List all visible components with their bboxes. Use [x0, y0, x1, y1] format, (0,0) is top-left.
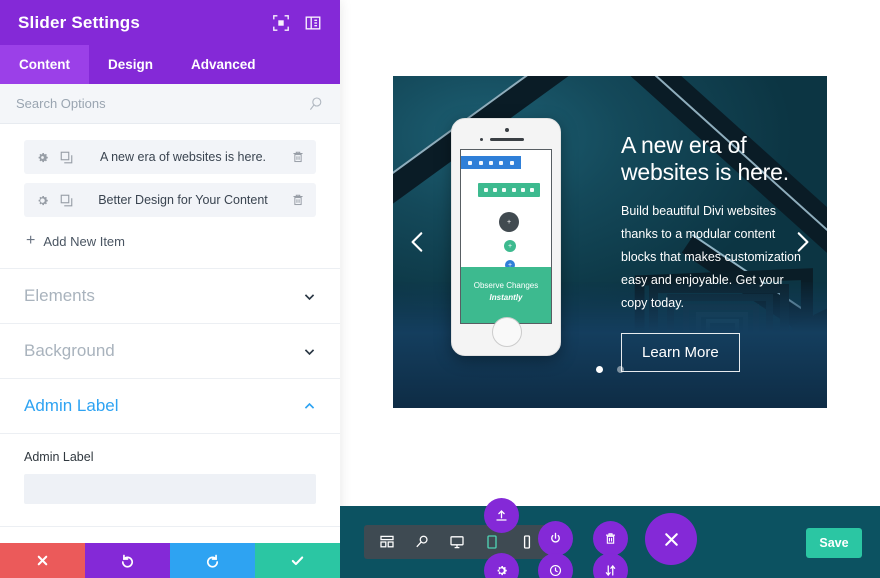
link-icon: [502, 188, 507, 192]
redo-button[interactable]: [170, 543, 255, 578]
panel-header: Slider Settings: [0, 0, 340, 45]
slider-module: + + + Observe Changes Instantly A new er…: [393, 76, 827, 408]
phone-message-line2: Instantly: [489, 293, 523, 302]
wireframe-icon[interactable]: [370, 525, 403, 559]
section-admin-label-title: Admin Label: [24, 396, 119, 415]
section-background-label: Background: [24, 341, 115, 360]
trash-icon[interactable]: [291, 193, 305, 208]
preview-area: + + + Observe Changes Instantly A new er…: [340, 0, 880, 578]
slider-prev-arrow[interactable]: [405, 229, 431, 255]
gear-icon: [492, 188, 497, 192]
layout-toggle-icon[interactable]: [304, 14, 322, 32]
move-icon: [520, 188, 525, 192]
link-icon: [488, 160, 493, 165]
chevron-down-icon[interactable]: [303, 345, 316, 358]
search-input[interactable]: [16, 96, 308, 111]
sort-button[interactable]: [593, 553, 628, 578]
duplicate-icon[interactable]: [59, 150, 74, 165]
slider-next-arrow[interactable]: [789, 229, 815, 255]
trash-button[interactable]: [593, 521, 628, 556]
panel-tabs: Content Design Advanced: [0, 45, 340, 84]
discard-button[interactable]: [0, 543, 85, 578]
add-new-item-button[interactable]: + Add New Item: [24, 226, 316, 262]
search-icon[interactable]: [308, 96, 324, 112]
slide-caption: A new era of websites is here. Build bea…: [621, 132, 811, 373]
phone-message-line1: Observe Changes: [473, 281, 539, 290]
tab-design[interactable]: Design: [89, 45, 172, 84]
slider-dot-1[interactable]: [595, 366, 603, 373]
plus-icon: +: [26, 232, 36, 249]
duplicate-icon[interactable]: [59, 193, 74, 208]
section-elements[interactable]: Elements: [0, 269, 340, 324]
admin-label-field-label: Admin Label: [24, 450, 94, 464]
zoom-icon[interactable]: [405, 525, 438, 559]
phone-screen: + + + Observe Changes Instantly: [460, 149, 552, 324]
gear-icon[interactable]: [35, 150, 50, 165]
gear-icon[interactable]: [35, 193, 50, 208]
list-item-label: A new era of websites is here.: [99, 150, 267, 164]
builder-bottom-toolbar: Save: [340, 498, 880, 578]
slider-dot-2[interactable]: [617, 366, 625, 373]
move-icon: [509, 160, 514, 165]
phone-sensor-dot: [480, 138, 483, 141]
panel-header-icons: [272, 14, 322, 32]
power-button[interactable]: [538, 521, 573, 556]
slide-body: Build beautiful Divi websites thanks to …: [621, 203, 801, 311]
panel-action-bar: [0, 543, 340, 578]
phone-message-panel: Observe Changes Instantly: [461, 267, 551, 323]
phone-green-toolbar: [478, 183, 540, 197]
history-button[interactable]: [538, 553, 573, 578]
slide-heading: A new era of websites is here.: [621, 132, 789, 185]
duplicate-icon: [511, 188, 516, 192]
slide-items-list: A new era of websites is here. Better De…: [0, 124, 340, 269]
admin-label-input[interactable]: [24, 474, 316, 504]
section-elements-label: Elements: [24, 286, 95, 305]
phone-blue-toolbar: [461, 156, 521, 169]
trash-icon: [530, 188, 535, 192]
gear-icon: [478, 160, 483, 165]
phone-mockup: + + + Observe Changes Instantly: [451, 118, 561, 356]
admin-label-field-group: Admin Label: [0, 434, 340, 527]
list-item[interactable]: Better Design for Your Content: [24, 183, 316, 217]
close-builder-button[interactable]: [645, 513, 697, 565]
chevron-down-icon[interactable]: [303, 290, 316, 303]
phone-speaker: [490, 138, 524, 141]
section-background[interactable]: Background: [0, 324, 340, 379]
viewport-mode-group: [364, 525, 549, 559]
plus-icon: [468, 160, 473, 165]
chevron-up-icon[interactable]: [303, 400, 316, 413]
desktop-icon[interactable]: [440, 525, 473, 559]
tab-advanced[interactable]: Advanced: [172, 45, 275, 84]
expand-icon[interactable]: [272, 14, 290, 32]
section-admin-label[interactable]: Admin Label: [0, 379, 340, 434]
page-settings-button[interactable]: [484, 498, 519, 533]
phone-add-section-button: +: [499, 212, 519, 232]
search-options-row: [0, 84, 340, 124]
slider-settings-panel: Slider Settings Content Design Advanced …: [0, 0, 340, 578]
panel-body: A new era of websites is here. Better De…: [0, 124, 340, 543]
slider-pagination: [393, 360, 827, 378]
tab-content[interactable]: Content: [0, 45, 89, 84]
phone-add-row-button: +: [504, 240, 516, 252]
builder-screen: Slider Settings Content Design Advanced …: [0, 0, 880, 578]
plus-icon: [483, 188, 488, 192]
add-new-item-label: Add New Item: [43, 233, 125, 249]
trash-icon: [499, 160, 504, 165]
list-item[interactable]: A new era of websites is here.: [24, 140, 316, 174]
trash-icon[interactable]: [291, 150, 305, 165]
undo-button[interactable]: [85, 543, 170, 578]
phone-home-button: [492, 317, 522, 347]
phone-camera-dot: [505, 128, 509, 132]
save-check-button[interactable]: [255, 543, 340, 578]
page-title: Slider Settings: [18, 12, 141, 32]
save-button[interactable]: Save: [806, 528, 862, 558]
list-item-label: Better Design for Your Content: [98, 193, 268, 207]
